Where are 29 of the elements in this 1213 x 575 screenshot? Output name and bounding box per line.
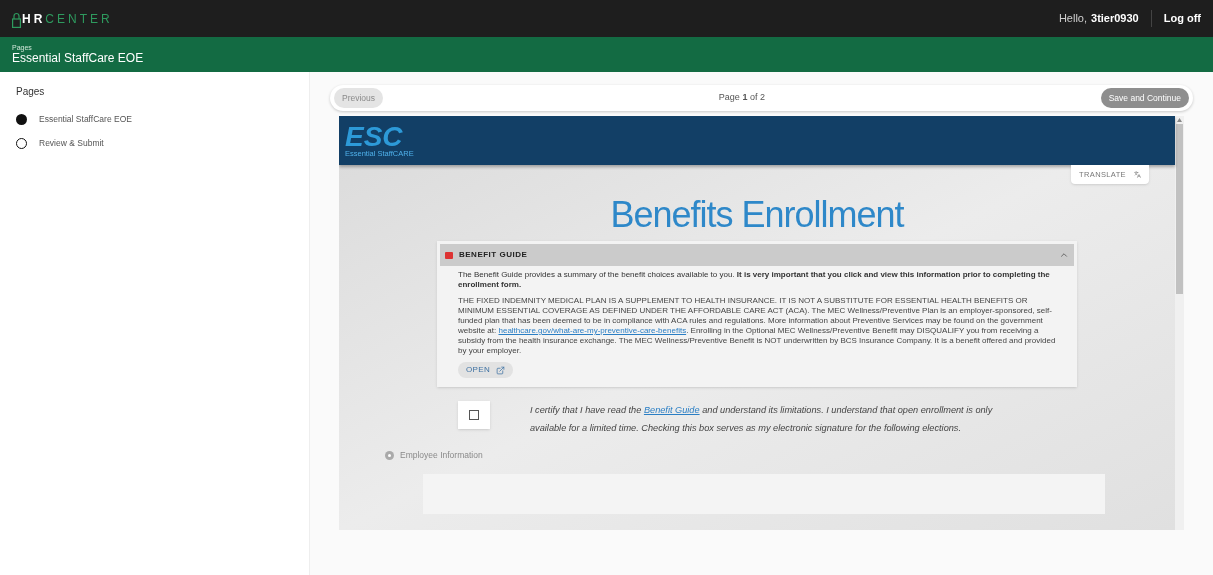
collapse-chevron-icon [1059,250,1069,260]
external-link-icon [496,365,506,375]
guide-header[interactable]: BENEFIT GUIDE [440,244,1074,266]
section-label: Employee Information [400,449,483,462]
page-indicator: Page 1 of 2 [718,91,765,105]
pdf-icon [445,251,453,259]
certify-checkbox[interactable] [469,410,479,420]
logo-text: HR CENTER [22,10,113,28]
open-button[interactable]: OPEN [458,362,514,378]
padlock-icon [12,11,21,28]
guide-title: BENEFIT GUIDE [459,249,528,261]
header-title: Essential StaffCare EOE [12,50,145,66]
sidebar-heading: Pages [16,85,46,99]
guide-intro: The Benefit Guide provides a summary of the benefit choices available to you. It is very important that you click and view this information prior to completing the enrollment form. [458,270,1051,290]
step-dot-icon [385,450,394,460]
greeting-text: Hello, [1058,11,1087,27]
sidebar-item[interactable]: Essential StaffCare EOE [16,107,293,131]
scroll-up-icon[interactable] [1177,118,1182,122]
benefit-guide-link[interactable]: Benefit Guide [643,405,700,415]
sidebar-item[interactable]: Review & Submit [16,131,293,155]
translate-icon [1134,171,1141,178]
guide-notice: THE FIXED INDEMNITY MEDICAL PLAN IS A SUPPLEMENT TO HEALTH INSURANCE. IT IS NOT A SUBSTITUTE FOR ESSENTIAL HEALTH BENEFITS OR MINIMUM ESSENTIAL COVERAGE AS DEFINED UNDER THE AFFORDABLE CARE ACT (ACA). The MEC Wellness/Preventive Plan is an employer-sponsored, self-funded plan that has been deemed to be in compliance with ACA rules and regulations. More information about Preventive Services may be found on the government website at: healthcare.gov/what-are-my-preventive-care-benefits. Enrolling in the Optional MEC Wellness/Preventive Benefit may DISQUALIFY you from receiving a subsidy from the health insurance exchange. The MEC Wellness/Preventive Benefit is NOT underwritten by BCS Insurance Company. It is a benefit offered and provided by your employer. [458,296,1056,356]
save-continue-button[interactable]: Save and Continue [1100,88,1189,108]
logoff-link[interactable]: Log off [1163,10,1201,27]
brand-logo-text: ESC [345,123,403,150]
scrollbar[interactable] [1175,116,1184,530]
form-title: Benefits Enrollment [609,193,906,237]
certify-statement: I certify that I have read the Benefit Guide and understand its limitations. I understand that open enrollment is only available for a limited time. Checking this box serves as my electronic signature for the following elections. [530,404,994,435]
username-text: 3tier0930 [1091,10,1152,27]
